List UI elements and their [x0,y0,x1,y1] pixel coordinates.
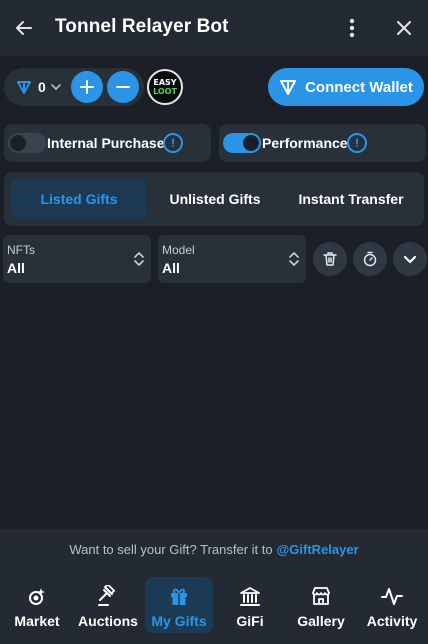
nav-item-auctions[interactable]: Auctions [74,577,142,633]
back-button[interactable] [12,16,36,40]
info-icon[interactable]: ! [347,133,367,153]
internal-purchase-toggle[interactable] [8,133,46,153]
performance-label: Performance [262,135,348,151]
nav-item-gallery[interactable]: Gallery [287,577,355,633]
chevron-down-icon [50,84,61,91]
model-filter-value: All [162,260,180,276]
model-filter-select[interactable]: Model All [158,235,306,283]
toggle-knob [243,135,259,151]
nav-label-my-gifts: My Gifts [151,613,207,629]
withdraw-balance-button[interactable] [107,71,139,103]
nav-label-gallery: Gallery [297,613,345,629]
nav-label-auctions: Auctions [78,613,138,629]
performance-card: Performance ! [219,124,426,162]
more-menu-button[interactable] [340,16,364,40]
nav-item-market[interactable]: Market [3,577,71,633]
chevron-updown-icon [134,252,144,266]
bottom-navigation: Market Auctions My Gifts GiFi Gallery Ac… [0,569,428,644]
timer-button[interactable] [353,242,387,276]
connect-wallet-label: Connect Wallet [305,78,413,96]
ton-icon [280,80,297,95]
nfts-filter-select[interactable]: NFTs All [3,235,151,283]
easy-loot-line2: LOOT [153,87,177,96]
easy-loot-logo[interactable]: EASY LOOT [147,69,183,105]
nfts-filter-label: NFTs [7,243,35,257]
ton-balance-selector[interactable]: 0 [16,76,62,98]
delete-filters-button[interactable] [313,242,347,276]
vertical-dots-icon [349,18,355,38]
bank-icon [240,587,260,606]
nav-item-activity[interactable]: Activity [358,577,426,633]
storefront-icon [312,587,330,605]
gift-relayer-link[interactable]: @GiftRelayer [277,542,359,557]
chevron-updown-icon [289,252,299,266]
expand-filters-button[interactable] [393,242,427,276]
ton-icon [17,81,31,94]
tab-instant-transfer[interactable]: Instant Transfer [283,179,419,219]
close-button[interactable] [392,16,416,40]
market-icon [29,588,45,605]
nfts-filter-value: All [7,260,25,276]
minus-icon [116,86,130,88]
app-header: Tonnel Relayer Bot [0,0,428,56]
promo-text: Want to sell your Gift? Transfer it to [69,541,273,557]
toggle-knob [10,135,26,151]
ton-balance-value: 0 [38,79,46,95]
page-title: Tonnel Relayer Bot [55,16,229,37]
nav-item-my-gifts[interactable]: My Gifts [145,577,213,633]
close-icon [397,21,411,35]
plus-icon [80,80,94,94]
connect-wallet-button[interactable]: Connect Wallet [268,68,424,106]
tab-unlisted-gifts[interactable]: Unlisted Gifts [147,179,283,219]
nav-label-market: Market [14,613,60,629]
performance-toggle[interactable] [223,133,261,153]
nav-label-gifi: GiFi [236,613,264,629]
transfer-promo-banner: Want to sell your Gift? Transfer it to @… [0,529,428,569]
gavel-icon [98,585,116,606]
chevron-down-icon [403,255,417,264]
trash-icon [323,252,337,266]
ton-balance-pill: 0 [4,68,144,106]
internal-purchase-label: Internal Purchase [47,135,165,151]
activity-icon [381,588,403,605]
gift-tabs: Listed Gifts Unlisted Gifts Instant Tran… [4,172,424,226]
nav-label-activity: Activity [366,613,418,629]
easy-loot-line1: EASY [153,78,177,87]
stopwatch-icon [363,251,377,267]
add-balance-button[interactable] [71,71,103,103]
info-icon[interactable]: ! [163,133,183,153]
gift-icon [171,588,187,605]
wallet-toolbar: 0 EASY LOOT Connect Wallet [0,56,428,116]
nav-item-gifi[interactable]: GiFi [216,577,284,633]
tab-listed-gifts[interactable]: Listed Gifts [11,179,147,219]
internal-purchase-card: Internal Purchase ! [4,124,211,162]
arrow-left-icon [16,21,32,35]
model-filter-label: Model [162,243,195,257]
